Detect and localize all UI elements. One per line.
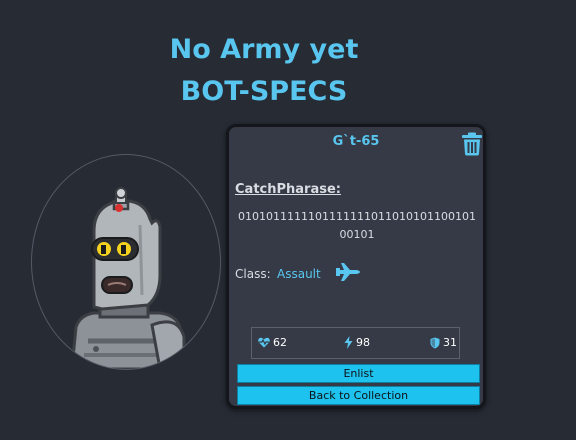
catchphrase-value: 010101111110111111101101010110010100101 (238, 210, 476, 241)
page-title: BOT-SPECS (180, 76, 348, 107)
class-value: Assault (277, 267, 321, 281)
bot-stats: 62 98 31 (251, 327, 460, 359)
fighter-jet-icon (335, 262, 361, 286)
armor-stat: 31 (430, 336, 457, 349)
bot-name: G`t-65 (332, 134, 380, 149)
catchphrase-label: CatchPharase: (235, 182, 341, 197)
bolt-icon (344, 336, 353, 349)
enlist-button[interactable]: Enlist (237, 364, 480, 383)
back-to-collection-button[interactable]: Back to Collection (237, 386, 480, 405)
health-stat: 62 (258, 336, 287, 349)
class-label: Class: (235, 267, 271, 281)
armor-value: 31 (443, 336, 457, 349)
health-value: 62 (273, 336, 287, 349)
robot-avatar-icon (70, 187, 186, 369)
trash-icon (462, 132, 482, 156)
damage-stat: 98 (344, 336, 370, 349)
heartbeat-icon (258, 337, 270, 348)
damage-value: 98 (356, 336, 370, 349)
delete-bot-button[interactable] (461, 132, 483, 156)
shield-icon (430, 337, 440, 348)
bot-avatar (31, 154, 221, 370)
bot-spec-card: G`t-65 CatchPharase: 0101011111101111111… (226, 124, 486, 409)
army-status-heading: No Army yet (169, 34, 359, 65)
